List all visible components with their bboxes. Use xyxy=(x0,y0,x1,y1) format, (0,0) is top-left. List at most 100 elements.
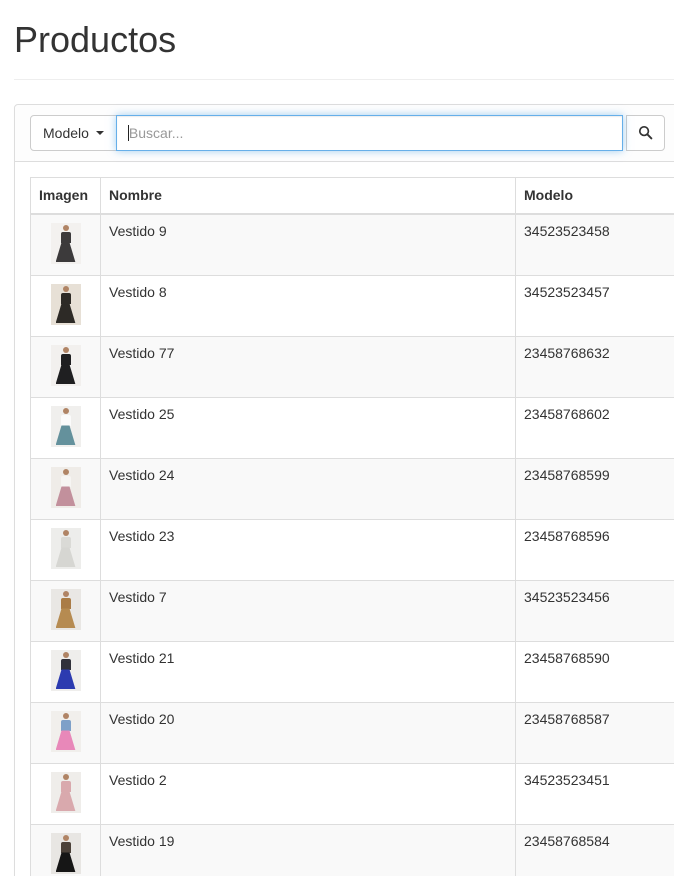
dress-skirt xyxy=(56,486,76,506)
page: Productos Modelo xyxy=(0,20,674,876)
dress-top xyxy=(61,720,71,731)
dress-skirt xyxy=(56,791,76,811)
page-title: Productos xyxy=(14,20,674,60)
table-row: Vestido 7 34523523456 xyxy=(31,581,674,642)
model-head xyxy=(63,286,69,292)
model-head xyxy=(63,774,69,780)
table-row: Vestido 19 23458768584 xyxy=(31,825,674,876)
product-name: Vestido 25 xyxy=(101,398,516,459)
caret-down-icon xyxy=(96,131,104,135)
model-head xyxy=(63,652,69,658)
product-name: Vestido 2 xyxy=(101,764,516,825)
dress-skirt xyxy=(56,852,76,872)
product-thumbnail xyxy=(51,833,81,874)
product-thumbnail xyxy=(51,223,81,264)
filter-dropdown-button[interactable]: Modelo xyxy=(30,115,117,151)
search-bar: Modelo xyxy=(15,105,674,162)
dress-skirt xyxy=(56,547,76,567)
image-cell xyxy=(31,520,101,581)
model-head xyxy=(63,225,69,231)
product-thumbnail xyxy=(51,528,81,569)
page-header: Productos xyxy=(14,20,674,80)
table-row: Vestido 24 23458768599 xyxy=(31,459,674,520)
product-model: 34523523451 xyxy=(516,764,674,825)
search-input[interactable] xyxy=(116,115,623,151)
product-model: 34523523457 xyxy=(516,276,674,337)
dress-top xyxy=(61,781,71,792)
search-icon xyxy=(638,125,653,140)
search-button[interactable] xyxy=(626,115,665,151)
products-panel: Modelo I xyxy=(14,104,674,876)
dress-top xyxy=(61,232,71,243)
image-cell xyxy=(31,581,101,642)
products-table: Imagen Nombre Modelo Vestido 9 345235234… xyxy=(30,177,674,876)
product-model: 23458768587 xyxy=(516,703,674,764)
dress-top xyxy=(61,476,71,487)
model-head xyxy=(63,347,69,353)
table-row: Vestido 77 23458768632 xyxy=(31,337,674,398)
search-input-wrap xyxy=(116,115,623,151)
table-row: Vestido 21 23458768590 xyxy=(31,642,674,703)
dress-skirt xyxy=(56,608,76,628)
dress-top xyxy=(61,354,71,365)
image-cell xyxy=(31,703,101,764)
dress-skirt xyxy=(56,303,76,323)
image-cell xyxy=(31,214,101,276)
product-name: Vestido 77 xyxy=(101,337,516,398)
product-model: 23458768596 xyxy=(516,520,674,581)
model-head xyxy=(63,408,69,414)
product-model: 23458768590 xyxy=(516,642,674,703)
dress-top xyxy=(61,537,71,548)
product-name: Vestido 24 xyxy=(101,459,516,520)
product-name: Vestido 20 xyxy=(101,703,516,764)
dress-skirt xyxy=(56,669,76,689)
product-model: 34523523456 xyxy=(516,581,674,642)
product-name: Vestido 23 xyxy=(101,520,516,581)
product-model: 34523523458 xyxy=(516,214,674,276)
image-cell xyxy=(31,398,101,459)
column-header-imagen: Imagen xyxy=(31,177,101,214)
search-input-group: Modelo xyxy=(30,115,665,151)
product-thumbnail xyxy=(51,772,81,813)
product-thumbnail xyxy=(51,467,81,508)
dress-top xyxy=(61,293,71,304)
filter-dropdown-label: Modelo xyxy=(43,125,89,141)
dress-skirt xyxy=(56,425,76,445)
dress-skirt xyxy=(56,364,76,384)
model-head xyxy=(63,713,69,719)
image-cell xyxy=(31,825,101,876)
product-model: 23458768599 xyxy=(516,459,674,520)
text-cursor xyxy=(128,125,129,141)
dress-top xyxy=(61,415,71,426)
product-name: Vestido 19 xyxy=(101,825,516,876)
dress-top xyxy=(61,842,71,853)
column-header-modelo: Modelo xyxy=(516,177,674,214)
table-header-row: Imagen Nombre Modelo xyxy=(31,177,674,214)
product-model: 23458768584 xyxy=(516,825,674,876)
dress-skirt xyxy=(56,242,76,262)
image-cell xyxy=(31,642,101,703)
dress-top xyxy=(61,598,71,609)
product-name: Vestido 8 xyxy=(101,276,516,337)
column-header-nombre: Nombre xyxy=(101,177,516,214)
product-thumbnail xyxy=(51,650,81,691)
product-thumbnail xyxy=(51,345,81,386)
image-cell xyxy=(31,764,101,825)
table-row: Vestido 20 23458768587 xyxy=(31,703,674,764)
table-row: Vestido 25 23458768602 xyxy=(31,398,674,459)
panel-body: Imagen Nombre Modelo Vestido 9 345235234… xyxy=(15,162,674,876)
image-cell xyxy=(31,459,101,520)
table-row: Vestido 2 34523523451 xyxy=(31,764,674,825)
product-thumbnail xyxy=(51,711,81,752)
product-thumbnail xyxy=(51,589,81,630)
image-cell xyxy=(31,337,101,398)
product-thumbnail xyxy=(51,284,81,325)
product-model: 23458768602 xyxy=(516,398,674,459)
product-model: 23458768632 xyxy=(516,337,674,398)
table-row: Vestido 23 23458768596 xyxy=(31,520,674,581)
product-thumbnail xyxy=(51,406,81,447)
product-name: Vestido 9 xyxy=(101,214,516,276)
image-cell xyxy=(31,276,101,337)
model-head xyxy=(63,835,69,841)
product-name: Vestido 7 xyxy=(101,581,516,642)
